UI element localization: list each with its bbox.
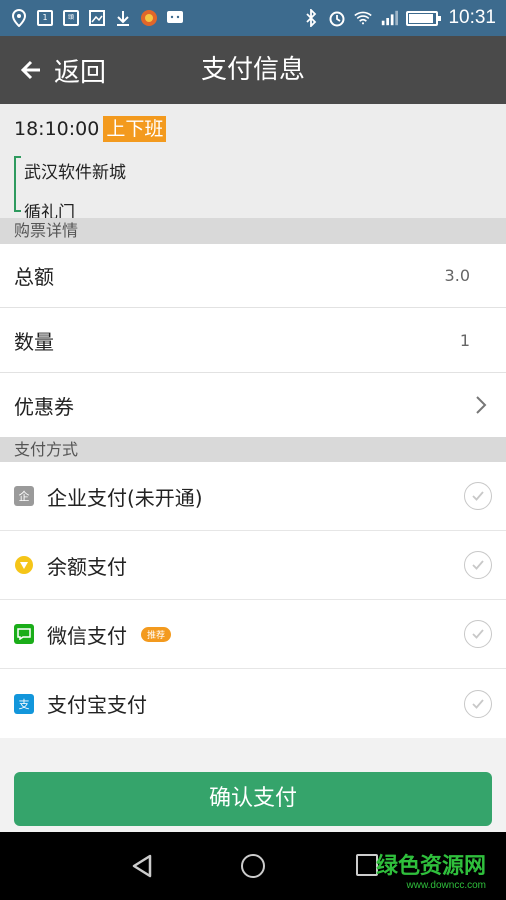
watermark: 绿色资源网 www.downcc.com — [376, 848, 486, 891]
check-circle-icon[interactable] — [464, 482, 492, 510]
recommend-badge: 推荐 — [141, 626, 172, 642]
nav-back-icon[interactable] — [130, 854, 154, 878]
route-line — [14, 156, 16, 212]
nav-recents-icon[interactable] — [356, 854, 378, 876]
quantity-row: 数量 1 — [0, 308, 506, 373]
payment-method-label: 支付宝支付 — [47, 693, 147, 717]
payment-method-alipay[interactable]: 支 支付宝支付 — [0, 669, 506, 738]
signal-icon — [380, 9, 399, 27]
status-bar: 1 頭 10:31 — [0, 0, 506, 36]
departure-time: 18:10:00 — [14, 118, 100, 140]
route-end-marker — [14, 210, 21, 212]
coupon-row[interactable]: 优惠券 — [0, 373, 506, 437]
image-icon — [88, 9, 106, 27]
payment-method-balance[interactable]: 余额支付 — [0, 531, 506, 600]
total-row: 总额 3.0 — [0, 244, 506, 308]
total-label: 总额 — [14, 265, 54, 289]
battery-icon — [406, 10, 442, 26]
message-icon — [166, 9, 184, 27]
status-bar-left: 1 頭 — [10, 9, 184, 27]
chevron-right-icon — [476, 396, 487, 414]
trip-time-row: 18:10:00 上下班 — [14, 116, 167, 142]
status-time: 10:31 — [448, 7, 496, 28]
alipay-icon: 支 — [14, 693, 34, 714]
wechat-icon — [14, 624, 34, 644]
quantity-value: 1 — [459, 330, 470, 350]
check-circle-icon[interactable] — [464, 620, 492, 648]
balance-icon — [14, 555, 34, 575]
check-circle-icon[interactable] — [464, 689, 492, 718]
watermark-url: www.downcc.com — [406, 880, 486, 891]
page-title: 支付信息 — [200, 55, 305, 85]
enterprise-icon: 企 — [14, 486, 34, 506]
navigation-bar: 绿色资源网 www.downcc.com — [0, 832, 506, 900]
payment-method-label: 余额支付 — [47, 554, 127, 579]
bluetooth-icon — [302, 9, 320, 27]
nav-home-icon[interactable] — [241, 854, 265, 878]
title-bar: 返回 支付信息 — [0, 36, 506, 104]
watermark-title: 绿色资源网 — [375, 854, 486, 879]
status-bar-right: 10:31 — [302, 7, 496, 29]
wifi-icon — [354, 9, 373, 27]
payment-method-enterprise[interactable]: 企 企业支付(未开通) — [0, 462, 506, 531]
payment-section-header: 支付方式 — [0, 437, 506, 463]
payment-method-wechat[interactable]: 微信支付 推荐 — [0, 600, 506, 669]
location-icon — [10, 9, 28, 27]
quantity-label: 数量 — [14, 329, 54, 354]
route-tag: 上下班 — [103, 116, 167, 142]
payment-method-label: 微信支付 — [47, 623, 127, 648]
route-start-marker — [14, 156, 21, 158]
sim-icon: 1 — [36, 9, 54, 27]
ticket-section-header: 购票详情 — [0, 218, 506, 244]
news-icon: 頭 — [62, 9, 80, 27]
alarm-icon — [328, 9, 346, 27]
check-circle-icon[interactable] — [464, 551, 492, 579]
app-icon — [140, 9, 158, 27]
trip-info: 18:10:00 上下班 武汉软件新城 循礼门 — [0, 104, 506, 223]
coupon-label: 优惠券 — [14, 394, 74, 419]
payment-method-label: 企业支付(未开通) — [47, 485, 203, 510]
confirm-payment-button[interactable]: 确认支付 — [14, 772, 492, 826]
download-icon — [114, 9, 132, 27]
start-station: 武汉软件新城 — [24, 163, 126, 183]
total-value: 3.0 — [444, 266, 470, 285]
